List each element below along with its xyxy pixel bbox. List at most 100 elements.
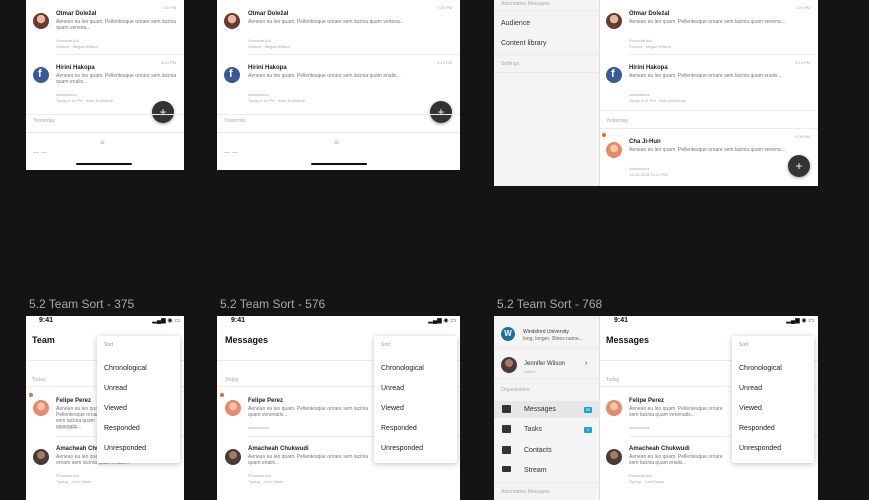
menu-icon[interactable]: ≡ — [334, 138, 339, 147]
stream-icon — [502, 466, 511, 472]
sort-option-chronological[interactable]: Chronological — [104, 365, 147, 372]
divider — [494, 378, 599, 379]
message-sender[interactable]: Hirini Hakopa — [248, 65, 287, 71]
message-tag: Admissions — [56, 425, 77, 430]
sidebar-item-audience[interactable]: Audience — [501, 20, 530, 27]
message-preview[interactable]: Aenean eu leo quam. Pellentesque ornare … — [629, 73, 811, 79]
message-meta: Today 4:14 PM · Ardo Doershoe — [56, 98, 113, 103]
status-time: 9:41 — [614, 317, 629, 324]
message-tag: Financial Aid — [248, 473, 271, 478]
message-preview[interactable]: Aenean eu leo quam. Pellentesque ornare … — [629, 454, 729, 466]
org-subtitle: long, longer, 2lines name... — [523, 336, 583, 342]
message-sender[interactable]: Amacheah Chukwudi — [629, 446, 690, 452]
message-tag: Admissions — [629, 92, 650, 97]
message-sender[interactable]: Otmar Doležal — [56, 11, 96, 17]
checkbox-icon — [502, 425, 511, 433]
message-sender[interactable]: Amacheah Chukwudi — [248, 446, 309, 452]
sidebar: Automation Managers Audience Content lib… — [494, 0, 600, 186]
message-sender[interactable]: Otmar Doležal — [248, 11, 288, 17]
message-tag: Financial Aid — [56, 38, 79, 43]
inbox-icon — [502, 405, 511, 413]
message-tag: Admissions — [248, 92, 269, 97]
frame-team-sort-375: 9:41 ▂▄▆ ◉ ▭ Team Today Felipe Perez Aen… — [26, 316, 184, 500]
avatar — [225, 449, 241, 465]
sidebar-section-header: Automation Managers — [501, 489, 550, 495]
page-title: Team — [32, 335, 55, 345]
message-sender[interactable]: Otmar Doležal — [629, 11, 669, 17]
sort-option-unread[interactable]: Unread — [739, 385, 762, 392]
add-button[interactable]: + — [430, 101, 452, 123]
message-sender[interactable]: Felipe Perez — [629, 398, 664, 404]
menu-icon[interactable]: ≡ — [100, 138, 105, 147]
org-name: Windsford University — [523, 329, 569, 335]
home-indicator — [76, 163, 132, 165]
avatar — [33, 449, 49, 465]
sidebar-item-contacts[interactable]: Contacts — [524, 447, 552, 454]
sort-option-viewed[interactable]: Viewed — [739, 405, 762, 412]
avatar — [224, 13, 240, 29]
sort-option-chronological[interactable]: Chronological — [739, 365, 782, 372]
sidebar-item-stream[interactable]: Stream — [524, 467, 547, 474]
sort-option-responded[interactable]: Responded — [739, 425, 775, 432]
message-sender[interactable]: Hirini Hakopa — [56, 65, 95, 71]
unread-dot — [602, 133, 606, 137]
message-time: 7:20 PM — [161, 5, 176, 10]
sort-option-unresponded[interactable]: Unresponded — [104, 445, 146, 452]
sidebar-item-content-library[interactable]: Content library — [501, 40, 547, 47]
message-preview[interactable]: Aenean eu leo quam. Pellentesque ornare … — [56, 19, 178, 31]
message-tag: Admissions — [248, 425, 269, 430]
home-indicator — [311, 163, 367, 165]
sort-option-unread[interactable]: Unread — [381, 385, 404, 392]
divider — [494, 482, 599, 483]
avatar — [606, 449, 622, 465]
message-tag: Admissions — [629, 425, 650, 430]
message-meta: Viewed · Megan Wilson — [56, 44, 98, 49]
message-preview[interactable]: Aenean eu leo quam. Pellentesque ornare … — [56, 73, 178, 85]
sort-option-viewed[interactable]: Viewed — [381, 405, 404, 412]
message-preview[interactable]: Aenean eu leo quam. Pellentesque ornare … — [248, 19, 453, 25]
message-sender[interactable]: Felipe Perez — [248, 398, 283, 404]
section-header: Yesterday — [33, 118, 56, 124]
message-preview[interactable]: Aenean eu leo quam. Pellentesque ornare … — [248, 406, 372, 418]
message-sender[interactable]: Cha Ji-Hun — [629, 139, 661, 145]
message-tag: Financial Aid — [248, 38, 271, 43]
user-name[interactable]: Jennifer Wilson — [524, 361, 565, 367]
sort-option-unresponded[interactable]: Unresponded — [381, 445, 423, 452]
frame-top-375: 7:20 PM Otmar Doležal Aenean eu leo quam… — [26, 0, 184, 170]
divider — [56, 54, 184, 55]
chevron-right-icon[interactable]: › — [585, 360, 587, 367]
message-preview[interactable]: Aenean eu leo quam. Pellentesque ornare … — [629, 19, 811, 25]
sort-option-responded[interactable]: Responded — [381, 425, 417, 432]
sort-option-unread[interactable]: Unread — [104, 385, 127, 392]
frame-label: 5.2 Team Sort - 768 — [497, 297, 603, 311]
avatar — [225, 400, 241, 416]
sort-option-viewed[interactable]: Viewed — [104, 405, 127, 412]
divider — [600, 128, 818, 129]
message-preview[interactable]: Aenean eu leo quam. Pellentesque ornare … — [629, 406, 729, 418]
sort-option-chronological[interactable]: Chronological — [381, 365, 424, 372]
sidebar-item-messages[interactable]: Messages — [524, 406, 556, 413]
add-button[interactable]: + — [788, 155, 810, 177]
page-title: Messages — [606, 335, 650, 345]
sidebar-item-tasks[interactable]: Tasks — [524, 426, 542, 433]
sort-option-unresponded[interactable]: Unresponded — [739, 445, 781, 452]
message-preview[interactable]: Aenean eu leo quam. Pellentesque ornare … — [248, 73, 453, 79]
user-avatar[interactable] — [501, 357, 517, 373]
message-preview[interactable]: Aenean eu leo quam. Pellentesque ornare … — [629, 147, 811, 153]
divider — [494, 54, 599, 55]
message-meta: Today 4:14 PM · Ardo Doershoe — [248, 98, 305, 103]
message-preview[interactable]: Aenean eu leo quam. Pellentesque ornare … — [248, 454, 372, 466]
sort-option-responded[interactable]: Responded — [104, 425, 140, 432]
sidebar-item-settings[interactable]: Settings — [501, 61, 519, 67]
add-button[interactable]: + — [152, 101, 174, 123]
message-sender[interactable]: Hirini Hakopa — [629, 65, 668, 71]
frame-team-sort-768: W Windsford University long, longer, 2li… — [494, 316, 818, 500]
page-title: Messages — [225, 335, 269, 345]
section-header: Today — [225, 377, 239, 383]
avatar — [606, 400, 622, 416]
divider — [217, 132, 460, 133]
facebook-icon — [33, 67, 49, 83]
message-sender[interactable]: Felipe Perez — [56, 398, 91, 404]
divider — [494, 72, 599, 73]
message-meta: Viewed · Megan Wilson — [248, 44, 290, 49]
